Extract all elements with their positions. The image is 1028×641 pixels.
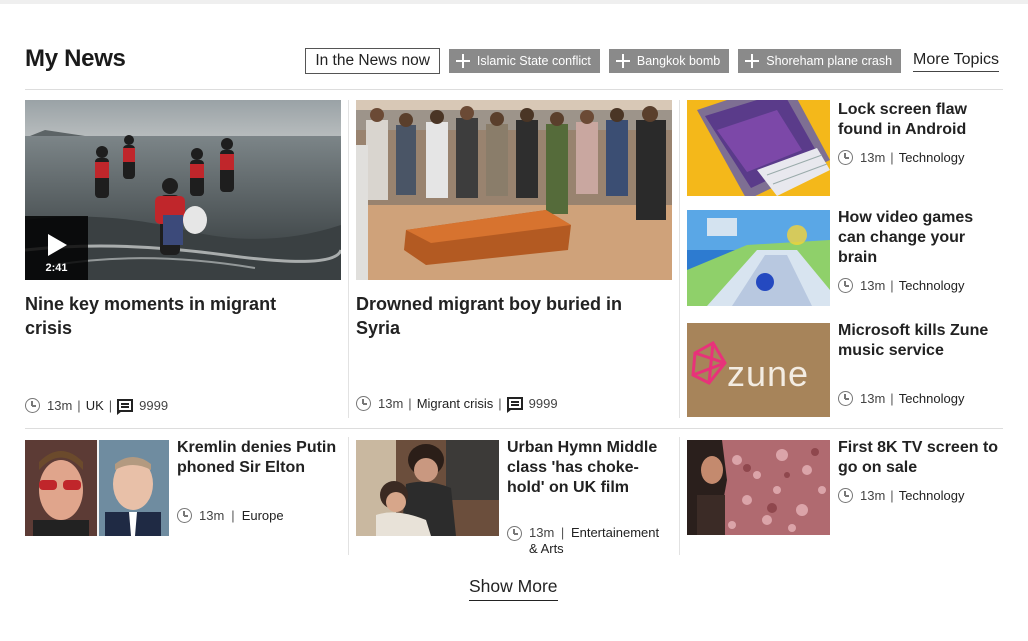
story-section-link[interactable]: Technology [899, 391, 965, 406]
plus-icon [615, 54, 630, 68]
story-section-link[interactable]: Migrant crisis [417, 396, 494, 411]
story-time: 13m [529, 525, 555, 540]
topic-in-the-news-now[interactable]: In the News now [305, 48, 440, 74]
topic-chip-label: Shoreham plane crash [766, 54, 893, 68]
clock-icon [838, 488, 853, 503]
clock-icon [356, 396, 371, 411]
comment-icon [117, 399, 134, 415]
story-image-migrants-beach: 2:41 [25, 100, 341, 280]
story-time: 13m [47, 398, 73, 413]
meta-separator: | [231, 508, 235, 523]
top-strip [0, 0, 1028, 4]
more-topics-link[interactable]: More Topics [913, 51, 999, 72]
story-time: 13m [860, 488, 886, 503]
story-image-coffin-crowd [356, 100, 672, 280]
topic-chip-label: Islamic State conflict [476, 54, 591, 68]
topic-chip-label: Bangkok bomb [636, 54, 721, 68]
story-image-urban-hymn-still [356, 440, 499, 536]
plus-icon [745, 54, 760, 68]
story-headline[interactable]: Nine key moments in migrant crisis [25, 292, 325, 340]
clock-icon [838, 150, 853, 165]
story-section-link[interactable]: Technology [899, 278, 965, 293]
zune-logo-text: zune [727, 353, 810, 394]
meta-separator: | [77, 398, 81, 413]
story-section-link[interactable]: Europe [242, 508, 284, 523]
video-duration: 2:41 [45, 262, 68, 274]
story-meta: 13m | Technology [838, 278, 964, 293]
story-time: 13m [860, 278, 886, 293]
topic-chip-bangkok-bomb[interactable]: Bangkok bomb [608, 49, 730, 73]
topic-chip-shoreham-crash[interactable]: Shoreham plane crash [738, 49, 902, 73]
meta-separator: | [890, 488, 894, 503]
topic-bar: In the News now Islamic State conflict B… [305, 48, 999, 74]
meta-separator: | [108, 398, 113, 413]
story-image-zune-logo: zune [687, 323, 830, 417]
story-section-link[interactable]: Technology [899, 150, 965, 165]
story-meta: 13m | Technology [838, 150, 964, 165]
topic-chip-islamic-state[interactable]: Islamic State conflict [448, 49, 600, 73]
story-section-link[interactable]: UK [86, 398, 104, 413]
column-divider [679, 437, 680, 555]
story-headline[interactable]: First 8K TV screen to go on sale [838, 438, 1003, 478]
story-image-android-phone [687, 100, 830, 196]
meta-separator: | [408, 396, 412, 411]
comment-count[interactable]: 9999 [139, 398, 168, 413]
plus-icon [455, 54, 470, 68]
story-meta: 13m | Migrant crisis | 9999 [356, 396, 558, 413]
video-badge[interactable]: 2:41 [25, 216, 88, 280]
page-title: My News [25, 45, 126, 72]
meta-separator: | [498, 396, 502, 411]
story-meta: 13m | Technology [838, 488, 964, 503]
comment-icon [506, 397, 523, 413]
story-time: 13m [199, 508, 225, 523]
story-time: 13m [860, 150, 886, 165]
story-headline[interactable]: Drowned migrant boy buried in Syria [356, 292, 636, 340]
story-meta: 13m | Technology [838, 391, 964, 406]
column-divider [348, 100, 349, 418]
meta-separator: | [890, 278, 894, 293]
clock-icon [177, 508, 192, 523]
story-headline[interactable]: Microsoft kills Zune music service [838, 321, 1003, 361]
column-divider [348, 437, 349, 555]
divider [25, 89, 1003, 90]
clock-icon [25, 398, 40, 413]
meta-separator: | [560, 525, 565, 540]
story-headline[interactable]: Lock screen flaw found in Android [838, 100, 1003, 140]
show-more-button[interactable]: Show More [469, 576, 558, 601]
story-meta: 13m | Europe [177, 508, 284, 523]
story-section-link[interactable]: Technology [899, 488, 965, 503]
story-meta: 13m | UK | 9999 [25, 398, 168, 415]
story-meta: 13m | Entertainement & Arts [507, 525, 667, 557]
meta-separator: | [890, 391, 894, 406]
column-divider [679, 100, 680, 418]
story-headline[interactable]: Urban Hymn Middle class 'has choke-hold'… [507, 438, 672, 498]
meta-separator: | [890, 150, 894, 165]
clock-icon [838, 391, 853, 406]
play-icon [48, 234, 67, 256]
story-image-8k-screen [687, 440, 830, 535]
clock-icon [838, 278, 853, 293]
story-image-racing-game [687, 210, 830, 306]
divider [25, 428, 1003, 429]
comment-count[interactable]: 9999 [529, 396, 558, 411]
story-time: 13m [378, 396, 404, 411]
story-time: 13m [860, 391, 886, 406]
story-image-elton-putin [25, 440, 169, 536]
story-headline[interactable]: Kremlin denies Putin phoned Sir Elton [177, 438, 347, 478]
clock-icon [507, 526, 522, 541]
story-headline[interactable]: How video games can change your brain [838, 208, 1003, 268]
